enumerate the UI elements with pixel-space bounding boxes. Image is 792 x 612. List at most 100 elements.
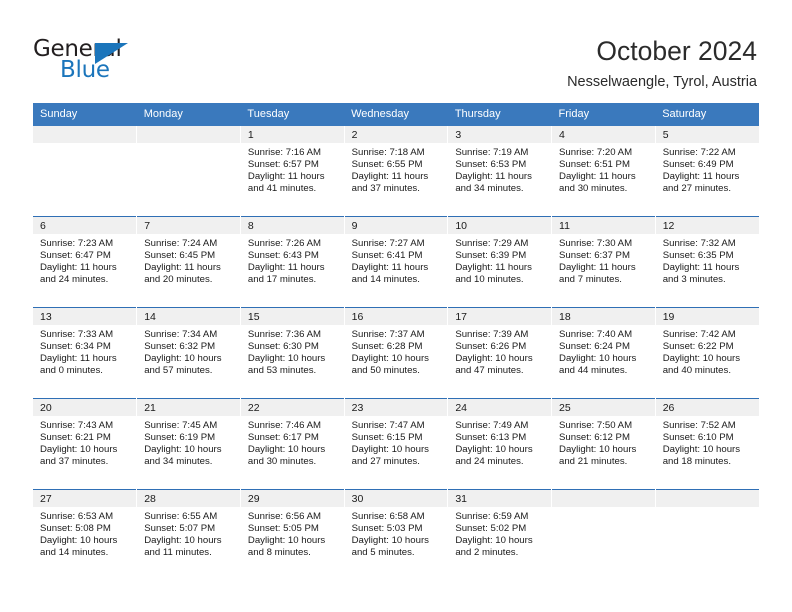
sunrise-time: Sunrise: 7:16 AM — [247, 147, 321, 158]
day-cell[interactable]: 14 Sunrise: 7:34 AM Sunset: 6:32 PM Dayligh… — [136, 307, 241, 399]
day-cell-inner: 8 Sunrise: 7:26 AM Sunset: 6:43 PM Daylight… — [240, 217, 344, 307]
daylight-line-1: Daylight: 10 hours — [40, 534, 118, 546]
day-cell[interactable]: 26 Sunrise: 7:52 AM Sunset: 6:10 PM Dayligh… — [655, 398, 759, 490]
day-number: 30 — [344, 490, 448, 507]
daylight-line-1: Daylight: 10 hours — [144, 352, 222, 364]
daylight-line-1: Daylight: 10 hours — [144, 534, 222, 546]
brand-logo[interactable]: General Blue — [33, 36, 213, 88]
daylight-line-1: Daylight: 11 hours — [40, 261, 117, 273]
sunrise-time: Sunrise: 7:49 AM — [455, 420, 529, 431]
daylight-line-2: and 57 minutes. — [144, 364, 213, 376]
day-number: 23 — [344, 399, 448, 416]
sunset-time: Sunset: 6:49 PM — [662, 158, 734, 170]
day-cell[interactable]: 4 Sunrise: 7:20 AM Sunset: 6:51 PM Daylight… — [551, 126, 656, 217]
daylight-line-2: and 37 minutes. — [40, 455, 109, 467]
day-cell-inner: 18 Sunrise: 7:40 AM Sunset: 6:24 PM Dayligh… — [552, 308, 655, 398]
day-cell[interactable]: 5 Sunrise: 7:22 AM Sunset: 6:49 PM Daylight… — [655, 126, 759, 217]
day-cell[interactable]: 24 Sunrise: 7:49 AM Sunset: 6:13 PM Dayligh… — [447, 398, 553, 490]
day-cell[interactable]: 18 Sunrise: 7:40 AM Sunset: 6:24 PM Dayligh… — [551, 307, 656, 399]
daylight-line-2: and 30 minutes. — [247, 455, 317, 467]
day-cell-inner: 11 Sunrise: 7:30 AM Sunset: 6:37 PM Dayligh… — [552, 217, 655, 307]
day-number: 20 — [33, 399, 137, 416]
day-details: Sunrise: 7:45 AM Sunset: 6:19 PM Daylight:… — [137, 416, 240, 467]
day-cell[interactable]: 8 Sunrise: 7:26 AM Sunset: 6:43 PM Daylight… — [240, 216, 345, 308]
day-cell[interactable]: 22 Sunrise: 7:46 AM Sunset: 6:17 PM Dayligh… — [240, 398, 345, 490]
day-cell[interactable]: 7 Sunrise: 7:24 AM Sunset: 6:45 PM Daylight… — [136, 216, 241, 308]
weekday-header-saturday: Saturday — [655, 103, 759, 126]
sunrise-time: Sunrise: 7:33 AM — [40, 329, 114, 340]
sunset-time: Sunset: 6:26 PM — [455, 340, 527, 352]
sunrise-time: Sunrise: 7:23 AM — [40, 238, 114, 249]
sunrise-time: Sunrise: 7:47 AM — [351, 420, 425, 431]
day-cell[interactable]: 21 Sunrise: 7:45 AM Sunset: 6:19 PM Dayligh… — [136, 398, 241, 490]
day-cell-inner: 16 Sunrise: 7:37 AM Sunset: 6:28 PM Dayligh… — [344, 308, 448, 398]
sunset-time: Sunset: 6:53 PM — [455, 158, 527, 170]
sunset-time: Sunset: 6:28 PM — [351, 340, 423, 352]
day-number: 16 — [344, 308, 448, 325]
day-cell[interactable]: 28 Sunrise: 6:55 AM Sunset: 5:07 PM Dayligh… — [136, 489, 241, 580]
day-cell[interactable]: 12 Sunrise: 7:32 AM Sunset: 6:35 PM Dayligh… — [655, 216, 759, 308]
day-cell[interactable]: 16 Sunrise: 7:37 AM Sunset: 6:28 PM Dayligh… — [344, 307, 449, 399]
calendar-week-row: 6 Sunrise: 7:23 AM Sunset: 6:47 PM Daylight… — [33, 216, 759, 308]
day-cell[interactable]: 1 Sunrise: 7:16 AM Sunset: 6:57 PM Daylight… — [240, 126, 345, 217]
sunset-time: Sunset: 6:45 PM — [144, 249, 216, 261]
day-cell-inner: 12 Sunrise: 7:32 AM Sunset: 6:35 PM Dayligh… — [655, 217, 759, 307]
day-details: Sunrise: 6:56 AM Sunset: 5:05 PM Daylight:… — [241, 507, 344, 558]
day-details: Sunrise: 7:34 AM Sunset: 6:32 PM Daylight:… — [137, 325, 240, 376]
day-cell[interactable]: 10 Sunrise: 7:29 AM Sunset: 6:39 PM Dayligh… — [447, 216, 553, 308]
day-details: Sunrise: 7:16 AM Sunset: 6:57 PM Daylight:… — [241, 143, 344, 194]
day-cell[interactable]: 6 Sunrise: 7:23 AM Sunset: 6:47 PM Daylight… — [33, 216, 138, 308]
sunset-time: Sunset: 6:32 PM — [144, 340, 216, 352]
daylight-line-2: and 0 minutes. — [40, 364, 103, 376]
daylight-line-1: Daylight: 10 hours — [662, 352, 741, 364]
weekday-header-tuesday: Tuesday — [240, 103, 345, 126]
day-details: Sunrise: 7:49 AM Sunset: 6:13 PM Daylight:… — [448, 416, 551, 467]
sunrise-time: Sunrise: 7:18 AM — [351, 147, 425, 158]
sunset-time: Sunset: 6:43 PM — [247, 249, 319, 261]
day-details: Sunrise: 7:39 AM Sunset: 6:26 PM Daylight:… — [448, 325, 551, 376]
day-cell[interactable]: 3 Sunrise: 7:19 AM Sunset: 6:53 PM Daylight… — [447, 126, 553, 217]
day-cell[interactable]: 15 Sunrise: 7:36 AM Sunset: 6:30 PM Dayligh… — [240, 307, 345, 399]
daylight-line-1: Daylight: 10 hours — [144, 443, 222, 455]
day-cell[interactable]: 20 Sunrise: 7:43 AM Sunset: 6:21 PM Dayligh… — [33, 398, 138, 490]
day-cell-inner: 3 Sunrise: 7:19 AM Sunset: 6:53 PM Daylight… — [448, 126, 552, 216]
sunset-time: Sunset: 5:08 PM — [40, 522, 111, 534]
day-number: 1 — [240, 126, 344, 143]
day-number — [552, 490, 655, 507]
day-cell-inner — [33, 126, 137, 216]
day-cell-empty — [136, 126, 241, 217]
day-cell[interactable]: 25 Sunrise: 7:50 AM Sunset: 6:12 PM Dayligh… — [551, 398, 656, 490]
daylight-line-1: Daylight: 11 hours — [351, 261, 429, 273]
daylight-line-1: Daylight: 11 hours — [455, 170, 532, 182]
day-cell[interactable]: 31 Sunrise: 6:59 AM Sunset: 5:02 PM Dayligh… — [447, 489, 553, 580]
day-cell[interactable]: 23 Sunrise: 7:47 AM Sunset: 6:15 PM Dayligh… — [344, 398, 449, 490]
day-cell[interactable]: 17 Sunrise: 7:39 AM Sunset: 6:26 PM Dayligh… — [447, 307, 553, 399]
day-cell[interactable]: 19 Sunrise: 7:42 AM Sunset: 6:22 PM Dayligh… — [655, 307, 759, 399]
daylight-line-1: Daylight: 10 hours — [351, 352, 429, 364]
day-cell[interactable]: 11 Sunrise: 7:30 AM Sunset: 6:37 PM Dayligh… — [551, 216, 656, 308]
daylight-line-2: and 17 minutes. — [247, 273, 317, 285]
day-cell[interactable]: 30 Sunrise: 6:58 AM Sunset: 5:03 PM Dayligh… — [344, 489, 449, 580]
daylight-line-2: and 8 minutes. — [247, 546, 311, 558]
sunset-time: Sunset: 5:03 PM — [351, 522, 423, 534]
calendar-week-row: 13 Sunrise: 7:33 AM Sunset: 6:34 PM Dayligh… — [33, 307, 759, 399]
day-cell[interactable]: 9 Sunrise: 7:27 AM Sunset: 6:41 PM Daylight… — [344, 216, 449, 308]
daylight-line-1: Daylight: 10 hours — [351, 443, 429, 455]
day-cell-inner: 2 Sunrise: 7:18 AM Sunset: 6:55 PM Daylight… — [344, 126, 448, 216]
sunrise-time: Sunrise: 6:59 AM — [455, 511, 529, 522]
sunset-time: Sunset: 6:24 PM — [559, 340, 630, 352]
day-cell-inner — [655, 490, 759, 580]
sunset-time: Sunset: 6:15 PM — [351, 431, 423, 443]
day-cell[interactable]: 27 Sunrise: 6:53 AM Sunset: 5:08 PM Dayligh… — [33, 489, 138, 580]
sunrise-time: Sunrise: 7:29 AM — [455, 238, 529, 249]
daylight-line-2: and 18 minutes. — [662, 455, 731, 467]
sunset-time: Sunset: 5:07 PM — [144, 522, 216, 534]
day-cell[interactable]: 13 Sunrise: 7:33 AM Sunset: 6:34 PM Dayligh… — [33, 307, 138, 399]
day-cell[interactable]: 29 Sunrise: 6:56 AM Sunset: 5:05 PM Dayligh… — [240, 489, 345, 580]
day-cell[interactable]: 2 Sunrise: 7:18 AM Sunset: 6:55 PM Daylight… — [344, 126, 449, 217]
daylight-line-1: Daylight: 11 hours — [247, 170, 325, 182]
day-details: Sunrise: 7:30 AM Sunset: 6:37 PM Daylight:… — [552, 234, 655, 285]
day-details: Sunrise: 7:29 AM Sunset: 6:39 PM Daylight:… — [448, 234, 551, 285]
calendar-week-row: 20 Sunrise: 7:43 AM Sunset: 6:21 PM Dayligh… — [33, 398, 759, 490]
day-details: Sunrise: 7:19 AM Sunset: 6:53 PM Daylight:… — [448, 143, 551, 194]
